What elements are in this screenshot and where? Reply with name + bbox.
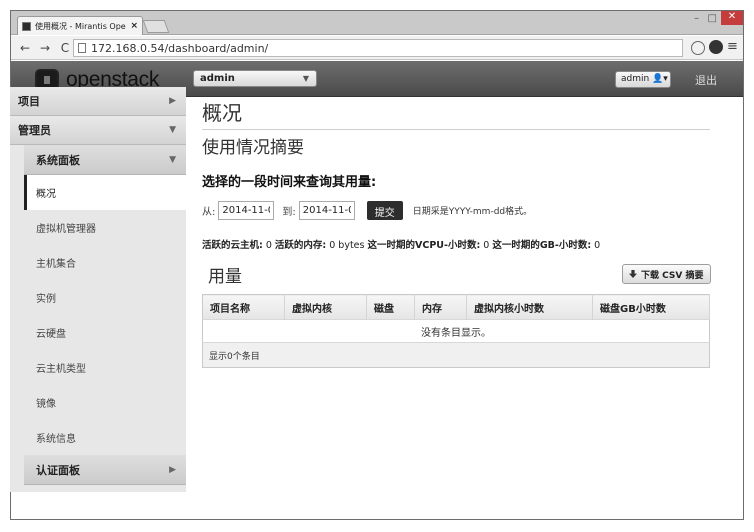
table-footer-count: 显示0个条目 xyxy=(202,342,710,368)
extension-icon[interactable] xyxy=(691,41,705,55)
active-memory-label: 活跃的内存: xyxy=(274,240,327,251)
profile-icon[interactable] xyxy=(709,40,723,54)
sidebar-category-admin[interactable]: 管理员 ▼ xyxy=(10,116,186,145)
date-format-hint: 日期采是YYYY-mm-dd格式。 xyxy=(412,207,533,217)
column-header[interactable]: 磁盘 xyxy=(366,294,415,320)
tab-title: 使用概况 - Mirantis Ope xyxy=(35,21,126,31)
column-header[interactable]: 磁盘GB小时数 xyxy=(592,294,710,320)
chevron-right-icon: ▶ xyxy=(169,464,176,475)
vcpu-hours-label: 这一时期的VCPU-小时数: xyxy=(367,240,481,251)
end-date-input[interactable] xyxy=(298,201,355,220)
maximize-icon[interactable]: □ xyxy=(708,13,717,24)
project-selector[interactable]: admin ▼ xyxy=(193,70,317,87)
sidebar-panel-system[interactable]: 系统面板 ▼ xyxy=(24,145,186,175)
main-content: 概况 使用情况摘要 选择的一段时间来查询其用量: 从: 到: 提交 日期采是YY… xyxy=(196,87,720,507)
address-bar[interactable]: 172.168.0.54/dashboard/admin/ xyxy=(73,39,683,57)
project-label: admin xyxy=(200,73,235,84)
download-csv-button[interactable]: 下载 CSV 摘要 xyxy=(622,264,711,284)
title-bar: 使用概况 - Mirantis Ope × – □ ✕ xyxy=(11,11,743,35)
active-instances-label: 活跃的云主机: xyxy=(202,240,263,251)
empty-table-message: 没有条目显示。 xyxy=(202,319,710,343)
panel-label: 系统面板 xyxy=(36,153,80,167)
sidebar-item-instances[interactable]: 实例 xyxy=(24,280,186,315)
column-header[interactable]: 虚拟内核 xyxy=(284,294,367,320)
forward-icon[interactable]: → xyxy=(37,41,53,55)
gb-hours-label: 这一时期的GB-小时数: xyxy=(492,240,592,251)
url-text: 172.168.0.54/dashboard/admin/ xyxy=(91,41,269,55)
category-label: 管理员 xyxy=(18,124,51,137)
usage-heading: 用量 xyxy=(208,267,242,287)
page-subtitle: 使用情况摘要 xyxy=(202,138,304,158)
tab-close-icon[interactable]: × xyxy=(130,21,138,31)
browser-tab[interactable]: 使用概况 - Mirantis Ope × xyxy=(17,16,143,35)
to-label: 到: xyxy=(282,207,296,218)
active-instances-value: 0 xyxy=(262,240,275,251)
favicon-icon xyxy=(22,21,31,31)
category-label: 项目 xyxy=(18,95,40,108)
sidebar-panel-identity[interactable]: 认证面板 ▶ xyxy=(24,455,186,485)
sidebar: 项目 ▶ 管理员 ▼ 系统面板 ▼ 概况 虚拟机管理器 主机集合 实例 云硬盘 … xyxy=(10,87,186,492)
user-menu[interactable]: admin 👤▾ xyxy=(615,71,671,88)
usage-table: 项目名称 虚拟内核 磁盘 内存 虚拟内核小时数 磁盘GB小时数 没有条目显示。 … xyxy=(202,294,710,368)
sidebar-item-volumes[interactable]: 云硬盘 xyxy=(24,315,186,350)
column-header[interactable]: 内存 xyxy=(414,294,467,320)
column-header[interactable]: 虚拟内核小时数 xyxy=(466,294,593,320)
chevron-right-icon: ▶ xyxy=(169,96,176,106)
active-memory-value: 0 bytes xyxy=(326,240,368,251)
chevron-down-icon: ▼ xyxy=(302,74,309,83)
download-csv-label: 下载 CSV 摘要 xyxy=(641,270,704,281)
new-tab-button[interactable] xyxy=(142,20,170,33)
download-icon xyxy=(629,270,637,278)
browser-toolbar: ← → C 172.168.0.54/dashboard/admin/ ≡ xyxy=(11,36,743,60)
gb-hours-value: 0 xyxy=(591,240,601,251)
query-heading: 选择的一段时间来查询其用量: xyxy=(202,175,377,190)
usage-stats: 活跃的云主机: 0 活跃的内存: 0 bytes 这一时期的VCPU-小时数: … xyxy=(202,237,600,251)
table-footer-row: 显示0个条目 xyxy=(202,342,710,368)
vcpu-hours-value: 0 xyxy=(480,240,493,251)
column-header[interactable]: 项目名称 xyxy=(202,294,285,320)
browser-menu-icon[interactable]: ≡ xyxy=(727,39,738,54)
sidebar-item-system-info[interactable]: 系统信息 xyxy=(24,420,186,455)
title-divider xyxy=(202,129,710,130)
chevron-down-icon: ▼ xyxy=(169,154,176,165)
sign-out-link[interactable]: 退出 xyxy=(695,72,717,88)
page-title: 概况 xyxy=(202,101,242,125)
submit-button[interactable]: 提交 xyxy=(366,201,403,220)
sidebar-item-overview[interactable]: 概况 xyxy=(24,175,186,210)
table-row: 没有条目显示。 xyxy=(202,319,710,343)
start-date-input[interactable] xyxy=(218,201,275,220)
sidebar-item-images[interactable]: 镜像 xyxy=(24,385,186,420)
window-close-icon[interactable]: ✕ xyxy=(721,11,743,25)
sidebar-items: 概况 虚拟机管理器 主机集合 实例 云硬盘 云主机类型 镜像 系统信息 xyxy=(24,175,186,455)
date-range-form: 从: 到: 提交 日期采是YYYY-mm-dd格式。 xyxy=(202,201,532,220)
sidebar-item-flavors[interactable]: 云主机类型 xyxy=(24,350,186,385)
chevron-down-icon: ▼ xyxy=(169,125,176,135)
sidebar-item-host-aggregates[interactable]: 主机集合 xyxy=(24,245,186,280)
table-header-row: 项目名称 虚拟内核 磁盘 内存 虚拟内核小时数 磁盘GB小时数 xyxy=(202,294,710,320)
sidebar-category-project[interactable]: 项目 ▶ xyxy=(10,87,186,116)
page-icon xyxy=(78,43,86,53)
sidebar-item-hypervisors[interactable]: 虚拟机管理器 xyxy=(24,210,186,245)
minimize-icon[interactable]: – xyxy=(694,13,699,24)
from-label: 从: xyxy=(202,207,216,218)
panel-label: 认证面板 xyxy=(36,463,80,477)
reload-icon[interactable]: C xyxy=(57,41,73,55)
back-icon[interactable]: ← xyxy=(17,41,33,55)
